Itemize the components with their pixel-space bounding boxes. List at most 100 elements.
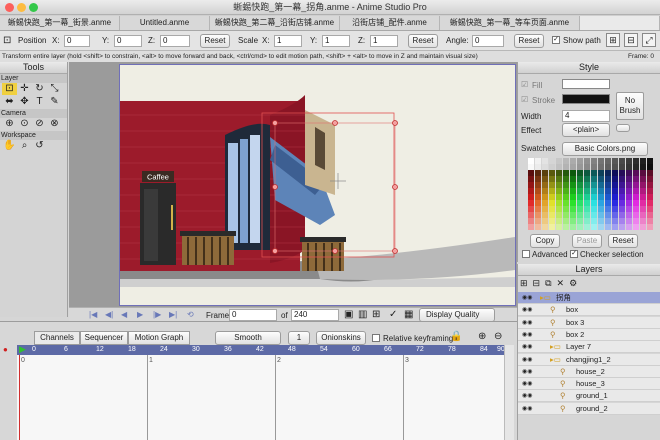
layer-row[interactable]: ◉◉ ▸▭ Layer 7: [518, 341, 660, 354]
stroke-color-swatch[interactable]: [562, 94, 610, 104]
width-field[interactable]: 4: [562, 110, 610, 122]
visibility-icon[interactable]: ◉◉: [522, 344, 532, 350]
swatch-grid[interactable]: [528, 158, 654, 230]
color-swatch[interactable]: [626, 224, 632, 230]
tab-channels[interactable]: Channels: [34, 331, 80, 345]
layer-row[interactable]: ◉◉ ⚲ ground_1: [518, 390, 660, 403]
layer-row[interactable]: ◉◉ ▸▭ 拐角: [518, 292, 660, 304]
visibility-icon[interactable]: ◉◉: [522, 393, 532, 399]
color-swatch[interactable]: [591, 224, 597, 230]
doc-tab[interactable]: 蜥蜴快跑_第一幕_等车页面.anme: [440, 16, 580, 30]
quad-icon[interactable]: ⊞: [372, 309, 380, 320]
lock-icon[interactable]: 🔒: [450, 331, 462, 342]
delete-icon[interactable]: ✕: [557, 278, 570, 288]
close-icon[interactable]: [5, 3, 14, 12]
perspective-icon[interactable]: ✥: [17, 96, 32, 108]
window-icon[interactable]: ▣: [344, 309, 353, 320]
display-quality-dropdown[interactable]: Display Quality: [419, 308, 495, 322]
brush-preview[interactable]: [616, 124, 630, 132]
fill-color-swatch[interactable]: [562, 79, 610, 89]
loop-icon[interactable]: ⟲: [187, 310, 194, 319]
orbit-icon[interactable]: ↺: [32, 140, 47, 152]
color-swatch[interactable]: [640, 224, 646, 230]
position-x-field[interactable]: 0: [64, 35, 90, 47]
rewind-icon[interactable]: |◀: [89, 310, 97, 319]
tab-sequencer[interactable]: Sequencer: [80, 331, 128, 345]
split-icon[interactable]: ▥: [358, 309, 367, 320]
scale-icon[interactable]: ⤡: [47, 83, 62, 95]
color-swatch[interactable]: [535, 224, 541, 230]
record-icon[interactable]: ●: [3, 345, 8, 354]
layer-row[interactable]: ◉◉ ⚲ house_2: [518, 365, 660, 378]
effect-dropdown[interactable]: <plain>: [562, 123, 610, 137]
layer-row[interactable]: ◉◉ ⚲ box 2: [518, 328, 660, 341]
color-swatch[interactable]: [647, 224, 653, 230]
layer-row[interactable]: ◉◉ ⚲ box: [518, 304, 660, 317]
onionskins-dropdown[interactable]: Onionskins: [316, 331, 366, 345]
camera-zoom-icon[interactable]: ⊙: [17, 118, 32, 130]
color-swatch[interactable]: [605, 224, 611, 230]
tab-motion-graph[interactable]: Motion Graph: [128, 331, 190, 345]
interval-dropdown[interactable]: 1: [288, 331, 310, 345]
camera-pan-icon[interactable]: ⊗: [47, 118, 62, 130]
layer-settings-icon[interactable]: ⚙: [569, 278, 582, 288]
doc-tab[interactable]: 蜥蜴快跑_第一幕_街景.anme: [0, 16, 120, 30]
visibility-icon[interactable]: ◉◉: [522, 357, 532, 363]
color-swatch[interactable]: [549, 224, 555, 230]
color-swatch[interactable]: [556, 224, 562, 230]
checker-checkbox[interactable]: ✓: [570, 250, 578, 258]
show-path-checkbox[interactable]: ✓: [552, 36, 560, 44]
doc-tab-active[interactable]: [580, 16, 660, 30]
relative-keyframing-checkbox[interactable]: [372, 334, 380, 342]
fullscreen-icon[interactable]: ⤢: [642, 33, 656, 47]
timeline-scrollbar[interactable]: [504, 345, 514, 440]
new-layer-icon[interactable]: ⊞: [520, 278, 533, 288]
layer-row[interactable]: ◉◉ ⚲ ground_2: [518, 402, 660, 415]
play-icon[interactable]: ▶: [137, 310, 143, 319]
color-swatch[interactable]: [633, 224, 639, 230]
swatches-dropdown[interactable]: Basic Colors.png: [562, 142, 648, 156]
layout-icon[interactable]: ⊟: [624, 33, 638, 47]
step-forward-icon[interactable]: |▶: [153, 310, 161, 319]
no-brush-button[interactable]: No Brush: [616, 92, 644, 120]
visibility-icon[interactable]: ◉◉: [522, 381, 532, 387]
zoom-icon[interactable]: [29, 3, 38, 12]
fill-checkbox[interactable]: ☑: [521, 80, 528, 89]
total-frames-field[interactable]: 240: [291, 309, 339, 321]
copy-button[interactable]: Copy: [530, 234, 560, 248]
zoom-out-icon[interactable]: ⊖: [494, 331, 502, 342]
layer-row[interactable]: ◉◉ ⚲ house_3: [518, 378, 660, 391]
layer-row[interactable]: ◉◉ ⚲ box 3: [518, 316, 660, 329]
reset-style-button[interactable]: Reset: [608, 234, 638, 248]
layer-row[interactable]: ◉◉ ▸▭ changjing1_2: [518, 353, 660, 366]
color-swatch[interactable]: [528, 224, 534, 230]
move-icon[interactable]: ✛: [17, 83, 32, 95]
color-swatch[interactable]: [542, 224, 548, 230]
stage-canvas[interactable]: Caffee: [100, 64, 516, 306]
zoom-icon[interactable]: ⌕: [17, 140, 32, 152]
reset-scale-button[interactable]: Reset: [408, 34, 438, 48]
camera-track-icon[interactable]: ⊕: [2, 118, 17, 130]
camera-roll-icon[interactable]: ⊘: [32, 118, 47, 130]
scene-artwork[interactable]: Caffee: [100, 65, 515, 305]
check-icon[interactable]: ✓: [389, 309, 397, 320]
rotate-icon[interactable]: ↻: [32, 83, 47, 95]
color-swatch[interactable]: [577, 224, 583, 230]
visibility-icon[interactable]: ◉◉: [522, 369, 532, 375]
transform-tool-icon[interactable]: ⊡: [3, 35, 11, 46]
frame-field[interactable]: 0: [229, 309, 277, 321]
text-icon[interactable]: T: [32, 96, 47, 108]
visibility-icon[interactable]: ◉◉: [522, 406, 532, 412]
position-z-field[interactable]: 0: [160, 35, 190, 47]
step-back-icon[interactable]: ◀|: [105, 310, 113, 319]
color-swatch[interactable]: [563, 224, 569, 230]
scale-z-field[interactable]: 1: [370, 35, 398, 47]
advanced-checkbox[interactable]: [522, 250, 530, 258]
paste-button[interactable]: Paste: [572, 234, 602, 248]
stroke-checkbox[interactable]: ☑: [521, 95, 528, 104]
color-swatch[interactable]: [584, 224, 590, 230]
color-swatch[interactable]: [619, 224, 625, 230]
shear-icon[interactable]: ⬌: [2, 96, 17, 108]
reset-position-button[interactable]: Reset: [200, 34, 230, 48]
layer-list[interactable]: ◉◉ ▸▭ 拐角 ◉◉ ⚲ box ◉◉ ⚲ box 3 ◉◉ ⚲ box 2 ◉◉ ▸▭ Layer 7 ◉…: [518, 292, 660, 440]
